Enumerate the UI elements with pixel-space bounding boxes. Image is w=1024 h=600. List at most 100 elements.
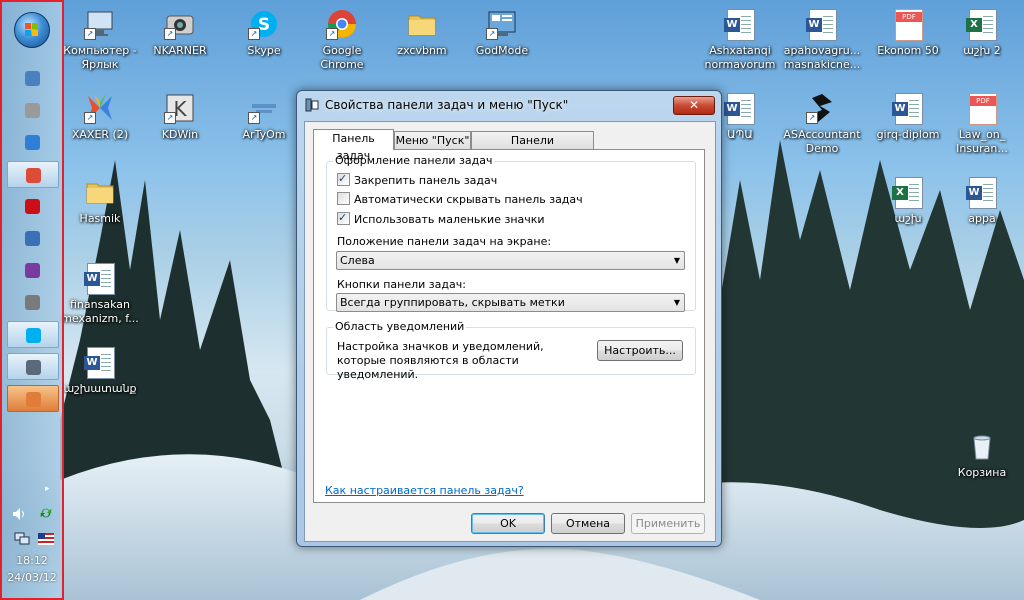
dialog-title: Свойства панели задач и меню "Пуск" xyxy=(325,98,569,112)
notification-group-title: Область уведомлений xyxy=(333,320,467,333)
taskbar-item-paint[interactable] xyxy=(7,385,59,412)
language-flag-icon[interactable] xyxy=(38,532,54,546)
desktop-icon[interactable]: PDF Ekonom 50 xyxy=(868,8,948,58)
desktop-icon[interactable]: zxcvbnm xyxy=(382,8,462,58)
skype-icon xyxy=(26,328,41,343)
desktop-icon-label: NKARNER xyxy=(153,44,207,57)
start-button[interactable] xyxy=(14,12,50,48)
taskbar-properties-icon xyxy=(305,98,319,112)
tab-panel: Оформление панели задач Закрепить панель… xyxy=(313,149,705,503)
dialog-client: Панель задач Меню "Пуск" Панели инструме… xyxy=(304,121,716,542)
keyboard-icon xyxy=(25,231,40,246)
desktop-icon-label: appa xyxy=(968,212,996,225)
clock-time[interactable]: 18:12 xyxy=(2,554,62,567)
folder-icon xyxy=(406,8,438,40)
sync-icon[interactable] xyxy=(38,506,54,520)
taskbar-properties-dialog: Свойства панели задач и меню "Пуск" ✕ Па… xyxy=(296,90,722,547)
taskbar-item-taskbar-props[interactable] xyxy=(7,353,59,380)
desktop-icon-label: zxcvbnm xyxy=(397,44,447,57)
shortcut-arrow-icon: ↗ xyxy=(248,28,260,40)
desktop-icon[interactable]: Xաշխ 2 xyxy=(942,8,1022,58)
taskbar-item-skype[interactable] xyxy=(7,321,59,348)
taskbar-item-kdwin[interactable] xyxy=(7,97,59,124)
shortcut-arrow-icon: ↗ xyxy=(164,112,176,124)
recycle-bin-icon xyxy=(966,430,998,462)
tab-taskbar[interactable]: Панель задач xyxy=(313,129,394,162)
small-icons-checkbox-box[interactable] xyxy=(337,210,350,225)
show-hidden-icons-arrow-icon[interactable]: ▸ xyxy=(45,484,50,494)
desktop-icon[interactable]: ↗ Компьютер - Ярлык xyxy=(60,8,140,72)
pdf-icon: PDF xyxy=(892,8,924,41)
desktop-icon-label: finansakan mexanizm, f... xyxy=(61,298,139,325)
word-doc-icon: W xyxy=(84,262,116,295)
desktop-icon[interactable]: ↗ XAXER (2) xyxy=(60,92,140,142)
desktop-icon-label: աշխ xyxy=(894,212,922,225)
tab-toolbars[interactable]: Панели инструментов xyxy=(471,131,594,164)
volume-icon[interactable] xyxy=(12,507,28,521)
desktop-icon-label: apahovagru... masnakicne... xyxy=(783,44,861,71)
word-doc-icon: W xyxy=(966,176,998,209)
appearance-group: Оформление панели задач Закрепить панель… xyxy=(326,154,696,312)
windows-logo-icon xyxy=(25,23,38,36)
lock-taskbar-checkbox-box[interactable] xyxy=(337,171,350,186)
internet-explorer-icon xyxy=(25,135,40,150)
taskbar-item-chrome[interactable] xyxy=(7,161,59,188)
window-icon xyxy=(25,295,40,310)
network-tray-icon[interactable] xyxy=(14,532,30,546)
desktop-icon[interactable]: Корзина xyxy=(942,430,1022,480)
desktop-icon[interactable]: Wapahovagru... masnakicne... xyxy=(782,8,862,72)
cancel-button[interactable]: Отмена xyxy=(551,513,625,534)
small-icons-label: Использовать маленькие значки xyxy=(354,213,545,226)
position-label: Положение панели задач на экране: xyxy=(337,235,552,248)
taskbar-item-ie[interactable] xyxy=(7,129,59,156)
taskbar-item-opera[interactable] xyxy=(7,193,59,220)
buttons-select[interactable]: Всегда группировать, скрывать метки ▼ xyxy=(336,293,685,312)
opera-icon xyxy=(25,199,40,214)
autohide-taskbar-checkbox-box[interactable] xyxy=(337,192,350,205)
close-button[interactable]: ✕ xyxy=(673,96,715,115)
desktop-icon[interactable]: ↗ GodMode xyxy=(462,8,542,58)
small-icons-checkbox[interactable]: Использовать маленькие значки xyxy=(337,210,545,228)
taskbar-item-keyboard[interactable] xyxy=(7,225,59,252)
desktop-icon[interactable]: Wappa xyxy=(942,176,1022,226)
desktop-icon-label: XAXER (2) xyxy=(71,128,129,141)
desktop-icon-label: աշխ 2 xyxy=(963,44,1001,57)
desktop-icon[interactable]: Wfinansakan mexanizm, f... xyxy=(60,262,140,326)
desktop-icon[interactable]: ↗ ArTyOm xyxy=(224,92,304,142)
clock-date[interactable]: 24/03/12 xyxy=(2,571,62,584)
taskbar-item-app1[interactable] xyxy=(7,65,59,92)
desktop-icon[interactable]: W Ashxatanqi normavorum xyxy=(700,8,780,72)
shortcut-arrow-icon: ↗ xyxy=(326,28,338,40)
excel-icon: X xyxy=(966,8,998,41)
desktop-icon[interactable]: ↗ NKARNER xyxy=(140,8,220,58)
desktop-icon[interactable]: S ↗ Skype xyxy=(224,8,304,58)
desktop-icon[interactable]: K ↗ KDWin xyxy=(140,92,220,142)
desktop-icon[interactable]: Wաշխատանք xyxy=(60,346,140,396)
position-select[interactable]: Слева ▼ xyxy=(336,251,685,270)
taskbar-item-messenger[interactable] xyxy=(7,257,59,284)
help-link[interactable]: Как настраивается панель задач? xyxy=(325,484,524,497)
tab-start-menu[interactable]: Меню "Пуск" xyxy=(394,131,471,149)
desktop-icon[interactable]: Wgirq-diplom xyxy=(868,92,948,142)
desktop-icon-label: Skype xyxy=(247,44,281,57)
pdf-icon: PDF xyxy=(966,92,998,125)
desktop-icon[interactable]: ↗ Google Chrome xyxy=(302,8,382,72)
buttons-select-value: Всегда группировать, скрывать метки xyxy=(340,296,565,309)
ok-button[interactable]: OK xyxy=(471,513,545,534)
notification-area-group: Область уведомлений Настройка значков и … xyxy=(326,320,696,381)
apply-button[interactable]: Применить xyxy=(631,513,705,534)
taskbar-item-window[interactable] xyxy=(7,289,59,316)
desktop-icon[interactable]: PDF Law_on_ Insuran... xyxy=(942,92,1022,156)
desktop-icon-label: Law_on_ Insuran... xyxy=(956,128,1008,155)
desktop-icon[interactable]: ↗ ASAccountant Demo xyxy=(782,92,862,156)
autohide-taskbar-checkbox[interactable]: Автоматически скрывать панель задач xyxy=(337,192,583,208)
desktop-icon[interactable]: Hasmik xyxy=(60,176,140,226)
shortcut-arrow-icon: ↗ xyxy=(84,112,96,124)
network-icon: ↗ xyxy=(248,92,280,124)
kdwin-icon: K ↗ xyxy=(164,92,196,124)
desktop-icon[interactable]: Xաշխ xyxy=(868,176,948,226)
customize-button[interactable]: Настроить... xyxy=(597,340,683,361)
lock-taskbar-checkbox[interactable]: Закрепить панель задач xyxy=(337,171,497,189)
butterfly-icon: ↗ xyxy=(84,92,116,124)
dialog-titlebar[interactable]: Свойства панели задач и меню "Пуск" ✕ xyxy=(297,91,721,119)
